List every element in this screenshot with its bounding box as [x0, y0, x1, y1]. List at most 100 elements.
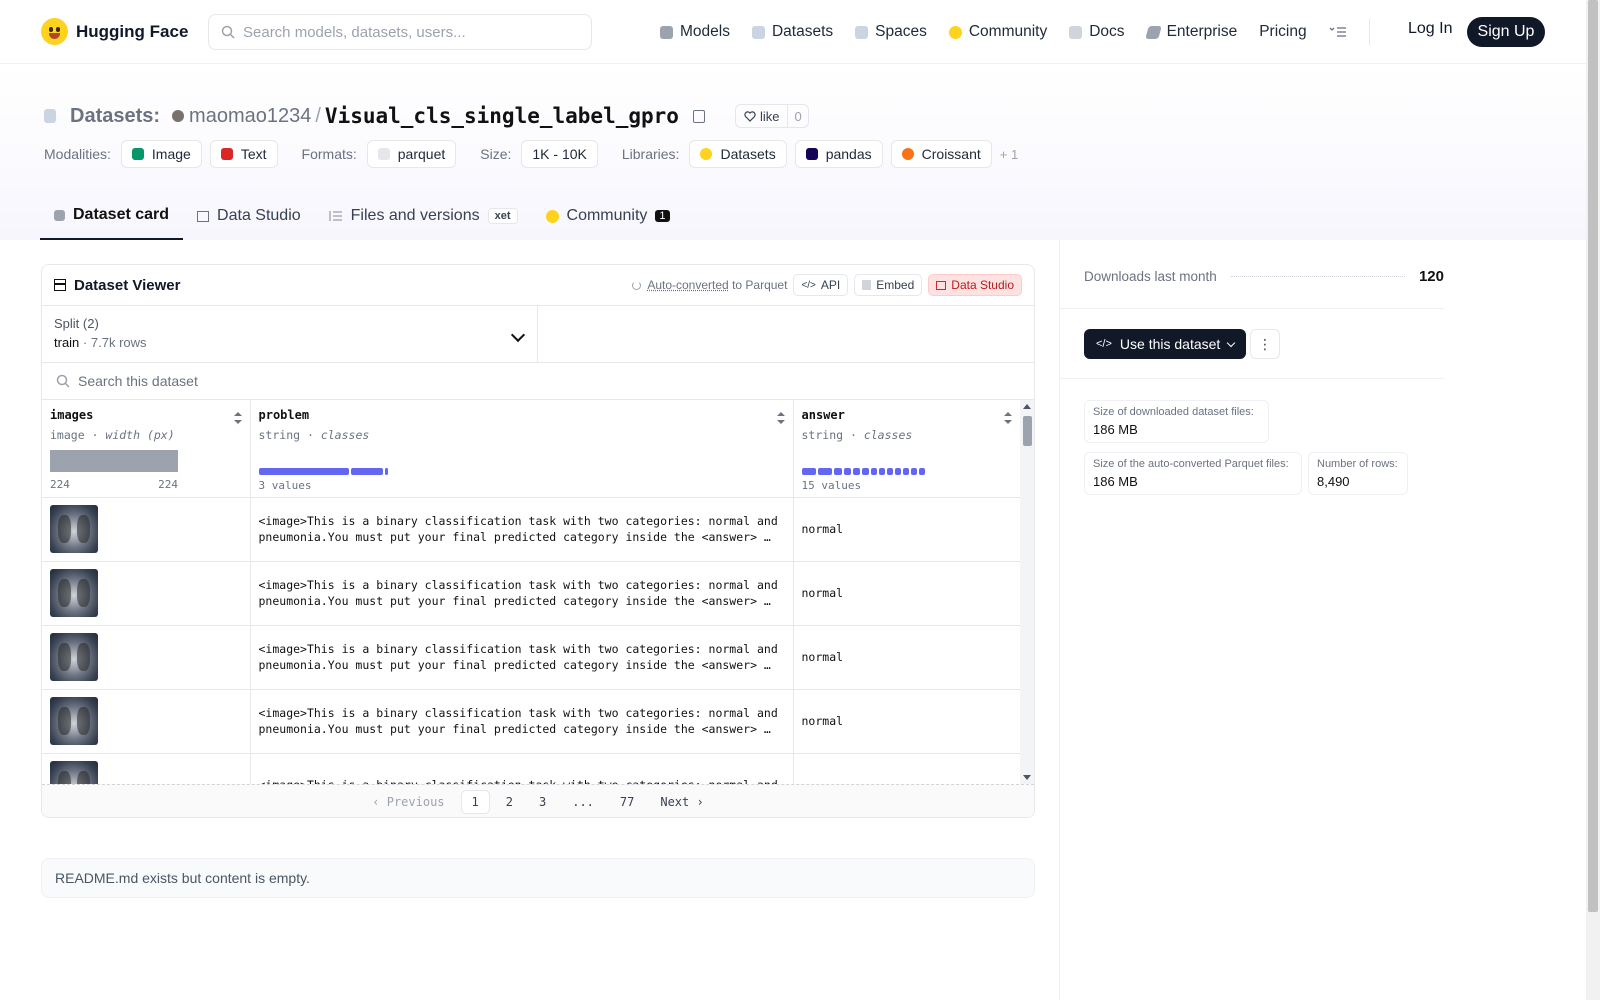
global-search-input[interactable]: [243, 23, 591, 41]
page-2-button[interactable]: 2: [496, 791, 523, 813]
nav-pricing[interactable]: Pricing: [1259, 23, 1306, 41]
tag-image[interactable]: Image: [120, 140, 202, 168]
problem-cell[interactable]: <image>This is a binary classification t…: [250, 625, 794, 690]
answer-cell[interactable]: normal: [793, 497, 1020, 562]
problem-cell[interactable]: <image>This is a binary classification t…: [250, 561, 794, 626]
page-3-button[interactable]: 3: [529, 791, 556, 813]
sort-icon[interactable]: [233, 412, 242, 424]
image-cell[interactable]: [42, 689, 251, 754]
class-segment[interactable]: [902, 468, 909, 475]
class-segment[interactable]: [833, 468, 842, 475]
page-scrollbar[interactable]: [1586, 0, 1600, 1000]
class-segment[interactable]: [886, 468, 893, 475]
tag-pandas[interactable]: pandas: [794, 140, 883, 168]
answer-cell[interactable]: [793, 753, 1020, 784]
column-header-images[interactable]: images image · width (px) 224 224: [42, 400, 251, 498]
use-dataset-button[interactable]: </> Use this dataset: [1084, 329, 1247, 359]
dataset-search-input[interactable]: [78, 373, 1034, 389]
image-cell[interactable]: [42, 561, 251, 626]
xray-thumbnail[interactable]: [50, 761, 98, 784]
scroll-thumb[interactable]: [1023, 416, 1032, 446]
previous-page-button[interactable]: ‹ Previous: [362, 791, 454, 813]
tag-parquet[interactable]: parquet: [366, 140, 457, 168]
sort-icon[interactable]: [776, 412, 785, 424]
more-options-button[interactable]: ⋮: [1250, 329, 1280, 359]
column-header-answer[interactable]: answer string · classes 15 values: [793, 400, 1020, 498]
answer-cell[interactable]: normal: [793, 561, 1020, 626]
nav-spaces[interactable]: Spaces: [855, 23, 927, 41]
tag-size[interactable]: 1K - 10K: [521, 140, 598, 168]
class-segment[interactable]: [817, 468, 832, 475]
class-segment[interactable]: [894, 468, 901, 475]
class-segment[interactable]: [878, 468, 885, 475]
nav-enterprise[interactable]: Enterprise: [1144, 23, 1237, 41]
tag-croissant[interactable]: Croissant: [890, 140, 992, 168]
tab-data-studio[interactable]: Data Studio: [183, 192, 315, 240]
histogram-bar[interactable]: [50, 450, 178, 472]
xray-thumbnail[interactable]: [50, 633, 98, 681]
class-segment[interactable]: [258, 468, 349, 475]
answer-cell[interactable]: normal: [793, 625, 1020, 690]
nav-more-menu[interactable]: [1329, 26, 1347, 38]
scroll-down-icon[interactable]: [1023, 775, 1031, 780]
nav-docs[interactable]: Docs: [1069, 23, 1125, 41]
brand[interactable]: Hugging Face: [41, 18, 188, 45]
type-dot: ·: [300, 428, 321, 442]
split-selector[interactable]: Split (2) train · 7.7k rows: [42, 306, 538, 362]
like-button[interactable]: like 0: [734, 104, 809, 128]
nav-datasets[interactable]: Datasets: [751, 23, 833, 41]
sort-icon[interactable]: [1003, 412, 1012, 424]
problem-cell[interactable]: <image>This is a binary classification t…: [250, 753, 794, 784]
class-segment[interactable]: [350, 468, 383, 475]
scroll-up-icon[interactable]: [1023, 404, 1031, 409]
tag-text[interactable]: Text: [209, 140, 278, 168]
image-cell[interactable]: [42, 497, 251, 562]
api-button[interactable]: </> API: [793, 274, 849, 296]
xray-thumbnail[interactable]: [50, 569, 98, 617]
table-row[interactable]: <image>This is a binary classification t…: [42, 561, 1020, 626]
class-segment[interactable]: [801, 468, 816, 475]
page-scroll-thumb[interactable]: [1588, 0, 1598, 912]
problem-cell[interactable]: <image>This is a binary classification t…: [250, 497, 794, 562]
dataset-search[interactable]: [42, 363, 1034, 400]
tab-dataset-card[interactable]: Dataset card: [40, 192, 184, 240]
page-1-button[interactable]: 1: [460, 790, 490, 814]
table-row[interactable]: <image>This is a binary classification t…: [42, 497, 1020, 562]
xray-thumbnail[interactable]: [50, 697, 98, 745]
tab-community[interactable]: Community 1: [532, 192, 684, 240]
data-studio-button[interactable]: Data Studio: [928, 274, 1022, 296]
auto-converted-link[interactable]: Auto-converted: [647, 278, 728, 292]
xray-thumbnail[interactable]: [50, 505, 98, 553]
page-77-button[interactable]: 77: [610, 791, 644, 813]
nav-models[interactable]: Models: [660, 23, 730, 41]
login-link[interactable]: Log In: [1408, 20, 1452, 38]
copy-icon[interactable]: [692, 109, 705, 123]
class-segment[interactable]: [843, 468, 851, 475]
class-segment[interactable]: [861, 468, 869, 475]
tab-files-versions[interactable]: Files and versions xet: [315, 192, 532, 240]
image-cell[interactable]: [42, 753, 251, 784]
dataset-name[interactable]: Visual_cls_single_label_gpro: [325, 104, 679, 128]
table-row[interactable]: <image>This is a binary classification t…: [42, 689, 1020, 754]
class-segment[interactable]: [918, 468, 925, 475]
answer-cell[interactable]: normal: [793, 689, 1020, 754]
signup-button[interactable]: Sign Up: [1467, 17, 1545, 47]
column-header-problem[interactable]: problem string · classes 3 values: [250, 400, 794, 498]
embed-button[interactable]: Embed: [854, 274, 923, 296]
class-segment[interactable]: [910, 468, 917, 475]
tag-datasets[interactable]: Datasets: [689, 140, 787, 168]
class-segment[interactable]: [384, 468, 388, 475]
nav-community[interactable]: Community: [948, 23, 1047, 41]
problem-cell[interactable]: <image>This is a binary classification t…: [250, 689, 794, 754]
class-segment[interactable]: [870, 468, 877, 475]
breadcrumb-section[interactable]: Datasets:: [70, 105, 160, 128]
breadcrumb-user[interactable]: maomao1234: [189, 105, 311, 128]
table-row[interactable]: <image>This is a binary classification t…: [42, 753, 1020, 784]
global-search[interactable]: [208, 14, 592, 50]
class-segment[interactable]: [852, 468, 860, 475]
table-scrollbar[interactable]: [1020, 400, 1034, 784]
table-row[interactable]: <image>This is a binary classification t…: [42, 625, 1020, 690]
next-page-button[interactable]: Next ›: [650, 791, 713, 813]
image-cell[interactable]: [42, 625, 251, 690]
more-libraries[interactable]: + 1: [1000, 147, 1018, 162]
